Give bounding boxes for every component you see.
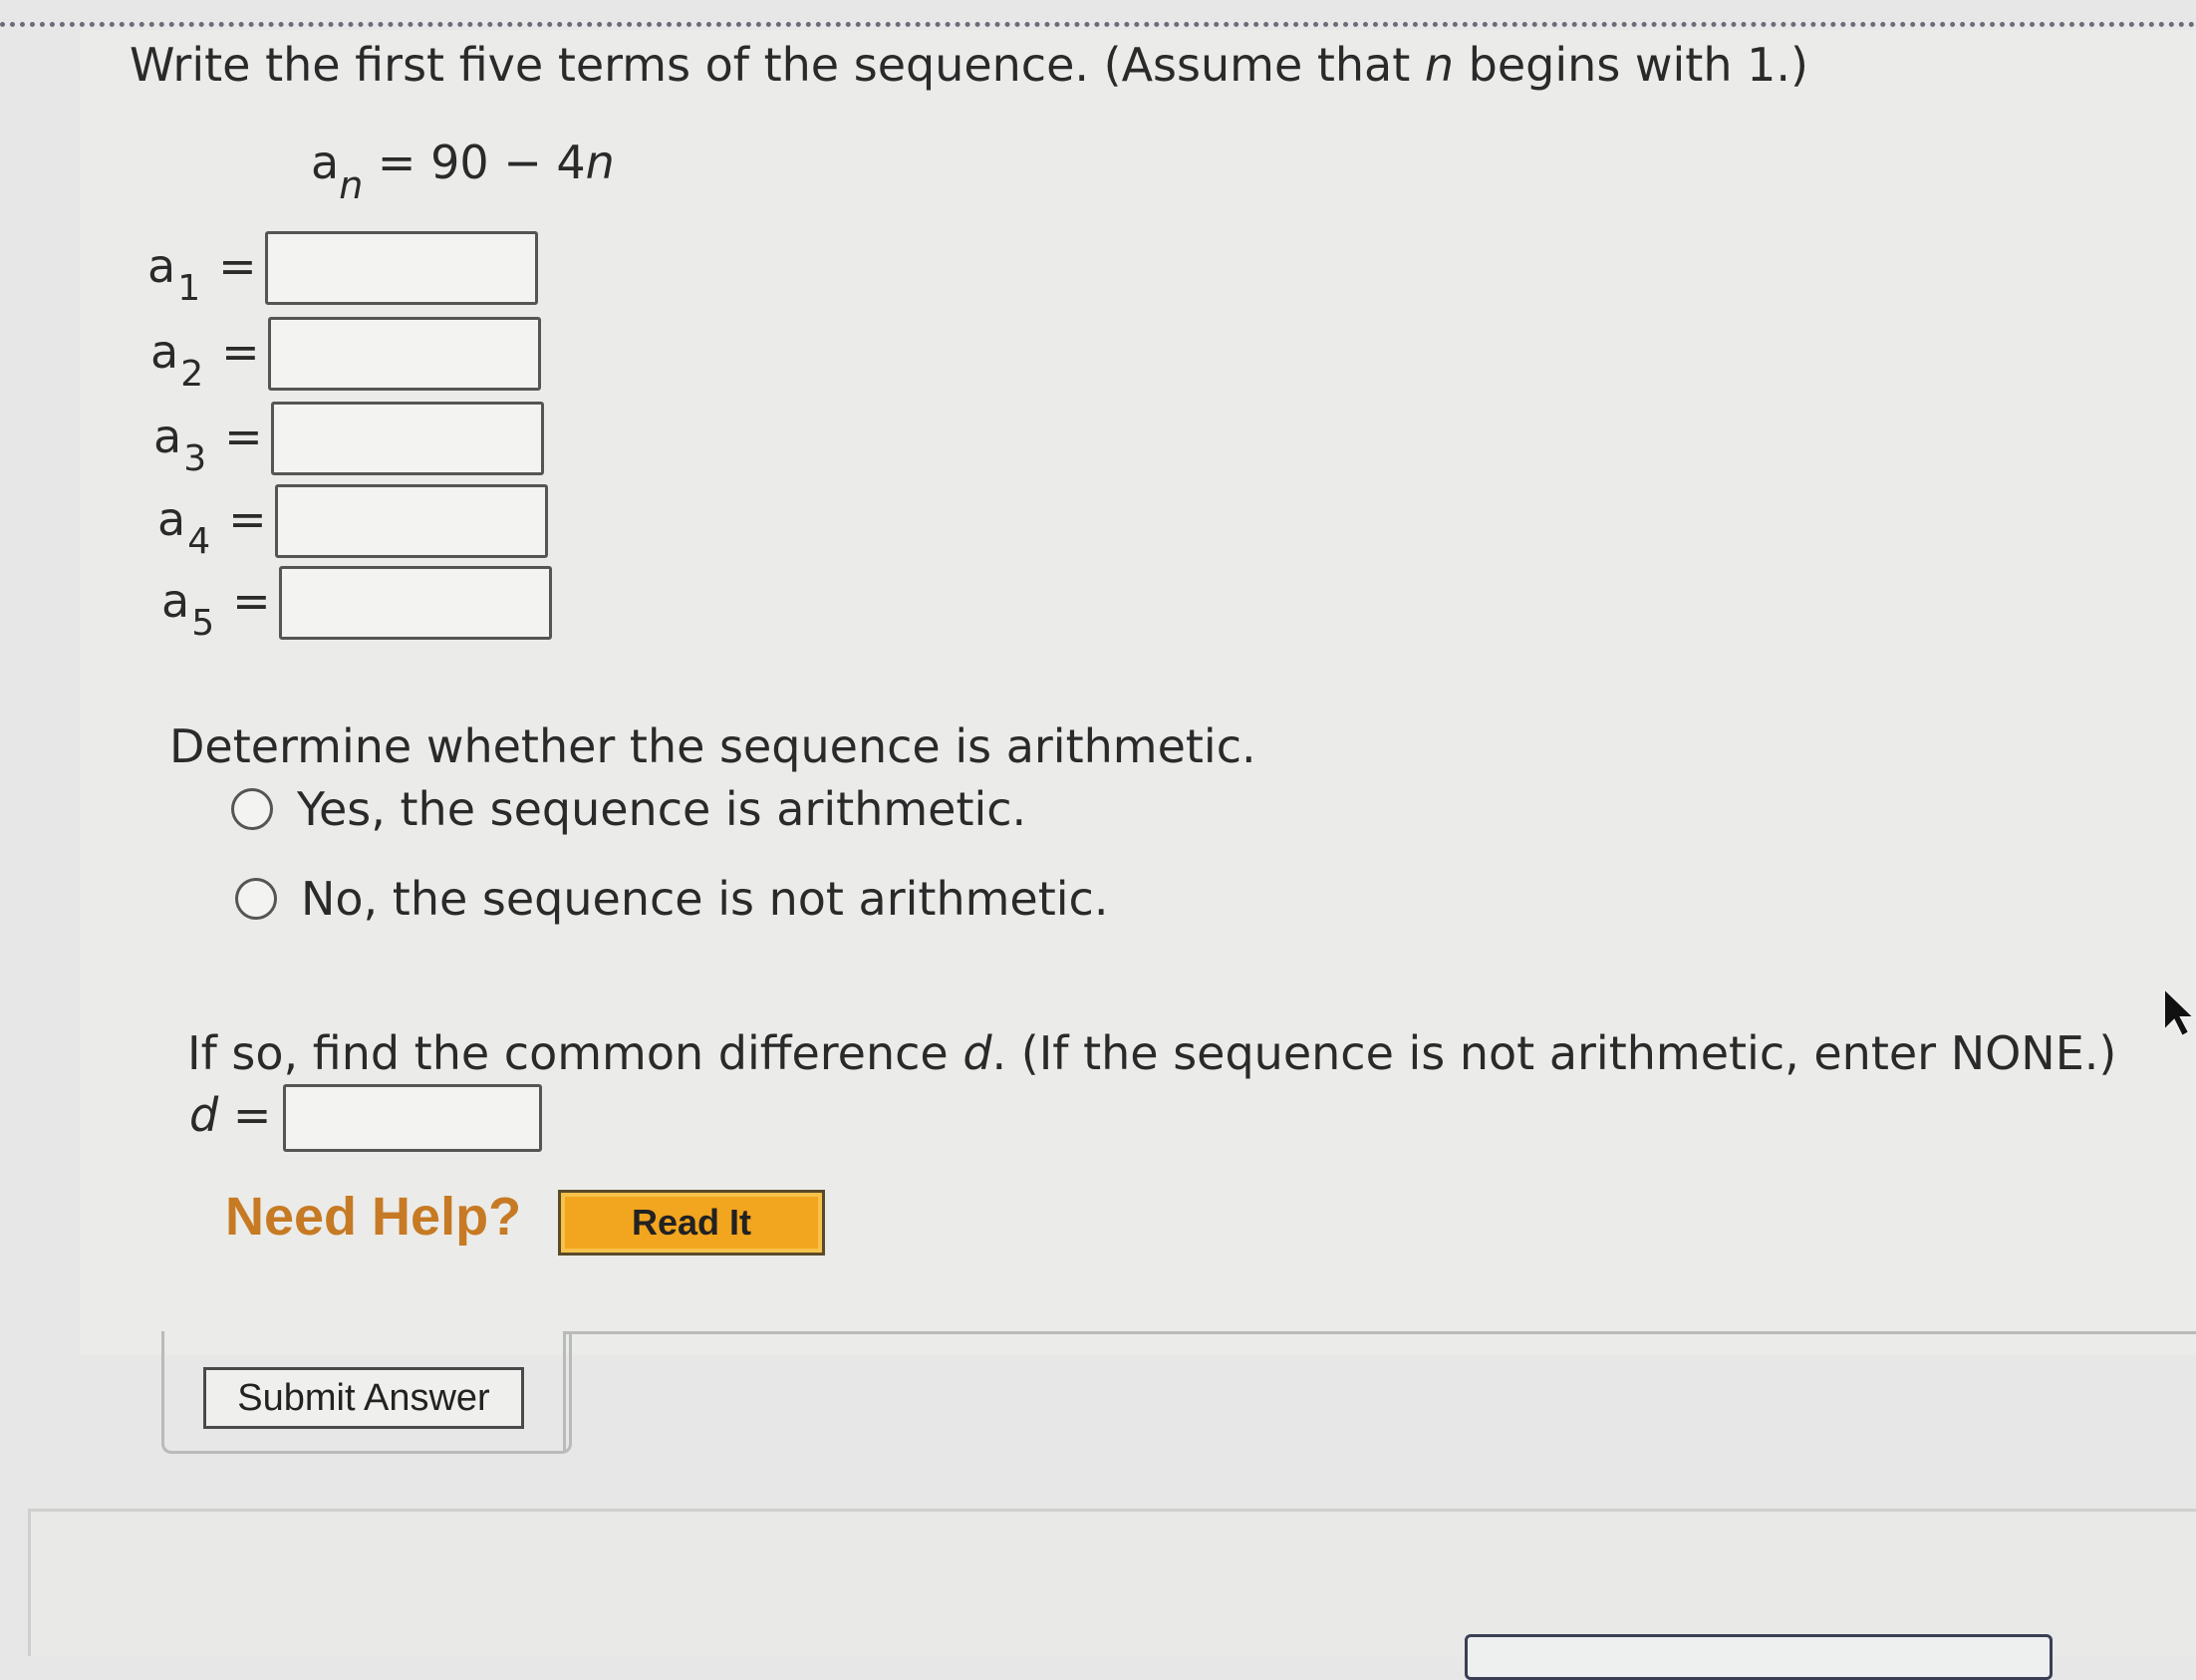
d-label: d =: [189, 1088, 272, 1142]
submit-frame-divider: [563, 1331, 2196, 1334]
read-it-button[interactable]: Read It: [558, 1190, 825, 1256]
common-difference-input[interactable]: [283, 1084, 542, 1152]
term-label-a3: a3 =: [153, 410, 263, 479]
next-question-input[interactable]: [1465, 1634, 2053, 1680]
radio-no[interactable]: [235, 878, 277, 920]
submit-answer-button[interactable]: Submit Answer: [203, 1367, 524, 1429]
term-input-a2[interactable]: [268, 317, 541, 391]
term-input-a5[interactable]: [279, 566, 552, 640]
question-panel: [80, 30, 2196, 1355]
option-yes-label: Yes, the sequence is arithmetic.: [297, 782, 1027, 836]
arithmetic-question: Determine whether the sequence is arithm…: [169, 719, 1256, 773]
term-label-a1: a1 =: [147, 239, 257, 309]
term-input-a1[interactable]: [265, 231, 538, 305]
option-no-label: No, the sequence is not arithmetic.: [301, 872, 1109, 926]
term-input-a4[interactable]: [275, 484, 548, 558]
radio-yes[interactable]: [231, 788, 273, 830]
term-label-a2: a2 =: [150, 325, 260, 395]
common-difference-prompt: If so, find the common difference d. (If…: [187, 1026, 2117, 1080]
term-input-a3[interactable]: [271, 402, 544, 475]
need-help-label: Need Help?: [225, 1187, 522, 1247]
term-label-a5: a5 =: [161, 574, 271, 644]
submit-frame-side: [563, 1331, 566, 1451]
term-label-a4: a4 =: [157, 492, 267, 562]
sequence-formula: an = 90 − 4n: [311, 136, 615, 207]
question-text: Write the first five terms of the sequen…: [130, 38, 1808, 92]
top-dotted-divider: [0, 22, 2196, 27]
mouse-cursor-icon: [2163, 986, 2196, 1038]
